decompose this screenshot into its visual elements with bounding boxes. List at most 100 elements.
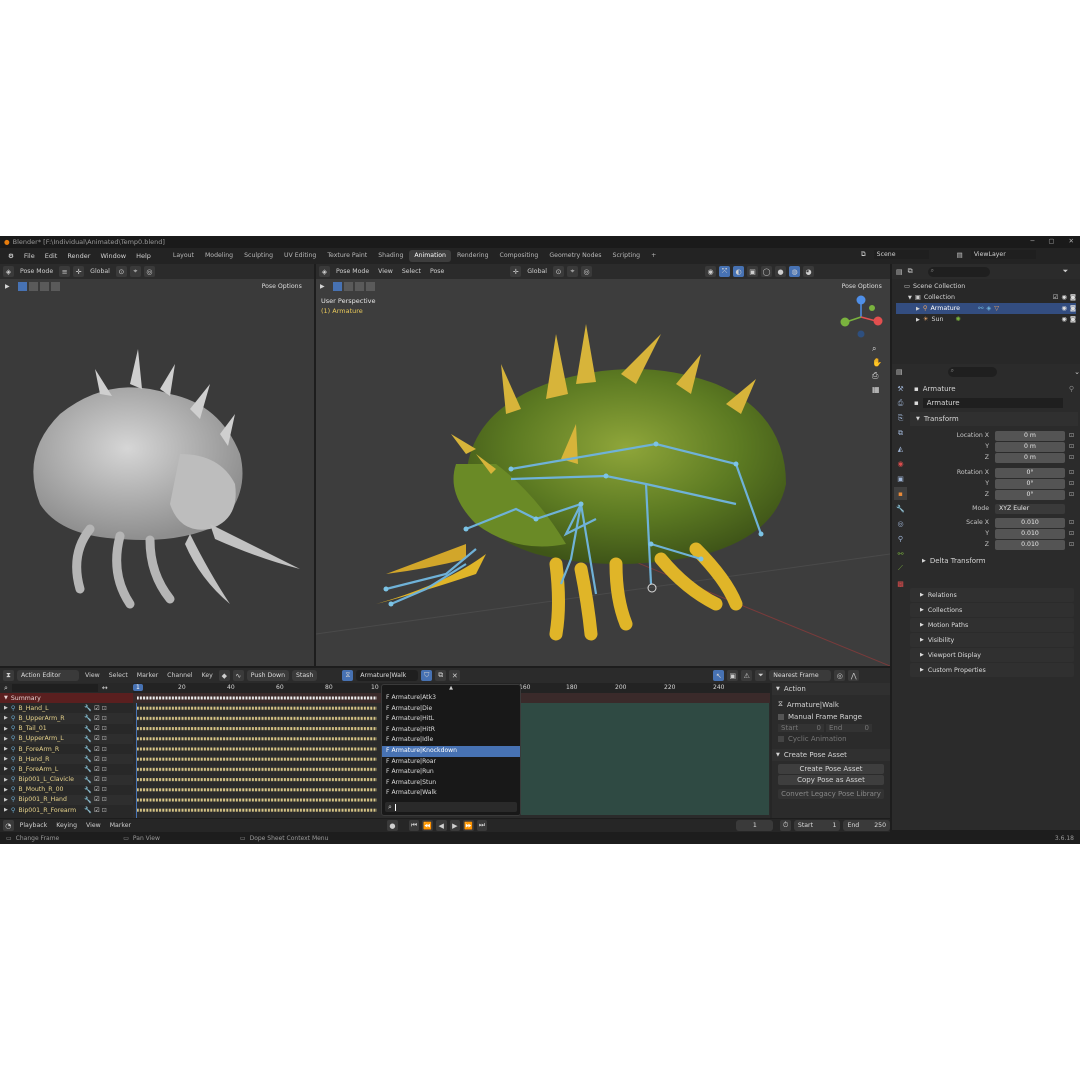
modifier-wrench-icon[interactable]: 🔧 [84, 704, 92, 712]
channel-checkbox-icon[interactable]: ☑ [94, 735, 100, 742]
main-viewport[interactable]: ◈ Pose Mode View Select Pose ✛ Global ⊙ … [316, 264, 890, 666]
checkbox-icon[interactable] [778, 713, 784, 720]
bone-tab-icon[interactable]: ⟋ [894, 562, 907, 575]
snap-icon[interactable]: ⌖ [567, 266, 579, 277]
expand-icon[interactable]: ▶ [4, 756, 8, 762]
expand-icon[interactable]: ▼ [908, 295, 912, 301]
new-action-icon[interactable]: ⧉ [435, 670, 447, 681]
channel-lock-icon[interactable]: ⊡ [102, 807, 107, 814]
modifier-wrench-icon[interactable]: 🔧 [84, 755, 92, 763]
menu-window[interactable]: Window [95, 252, 131, 260]
action-dropdown-item[interactable]: F Armature|Die [382, 704, 520, 715]
shading-material-icon[interactable]: ◍ [789, 266, 801, 277]
tab-texture-paint[interactable]: Texture Paint [322, 250, 372, 262]
main-pose-options[interactable]: Pose Options [842, 283, 882, 290]
fake-user-shield-icon[interactable]: ⛉ [421, 670, 433, 681]
action-dropdown-item[interactable]: F Armature|Idle [382, 735, 520, 746]
minimize-icon[interactable]: ─ [1030, 237, 1034, 245]
pin-icon[interactable]: ⚲ [1069, 385, 1074, 393]
create-pose-asset-button[interactable]: Create Pose Asset [778, 764, 884, 774]
tab-compositing[interactable]: Compositing [495, 250, 544, 262]
channel-checkbox-icon[interactable]: ☑ [94, 756, 100, 763]
render-camera-icon[interactable]: ◙ [1070, 305, 1076, 312]
modifier-wrench-icon[interactable]: 🔧 [84, 765, 92, 773]
render-camera-icon[interactable]: ◙ [1070, 294, 1076, 301]
falloff-icon[interactable]: ⋀ [848, 670, 860, 681]
select-subtract-icon[interactable] [354, 281, 364, 291]
timeline-menu-keying[interactable]: Keying [53, 822, 80, 829]
shading-rendered-icon[interactable]: ◕ [803, 266, 815, 277]
scene-name[interactable]: Scene [873, 250, 929, 259]
cyclic-animation-row[interactable]: Cyclic Animation [772, 733, 890, 744]
channel-row[interactable]: ▶ ⚲ Bip001_R_Hand 🔧 ☑ ⊡ [0, 794, 133, 806]
editor-type-icon[interactable]: ▤ [896, 368, 903, 376]
menu-hamburger-icon[interactable]: ≡ [59, 266, 71, 277]
channel-row[interactable]: ▶ ⚲ B_Tail_01 🔧 ☑ ⊡ [0, 724, 133, 734]
scale-z-field[interactable]: 0.010 [995, 539, 1065, 550]
gizmo-icon[interactable]: ⤧ [719, 266, 731, 277]
filter-icon[interactable]: ⏷ [755, 670, 767, 681]
channel-lock-icon[interactable]: ⊡ [102, 776, 107, 783]
play-icon[interactable]: ▶ [5, 283, 10, 290]
scale-x-field[interactable]: 0.010 [995, 517, 1065, 528]
lock-icon[interactable]: ⊡ [1069, 432, 1074, 439]
visibility-eye-icon[interactable]: ◉ [1061, 305, 1067, 312]
expand-icon[interactable]: ▶ [4, 726, 8, 732]
tab-modeling[interactable]: Modeling [200, 250, 238, 262]
timeline-editor-icon[interactable]: ◔ [3, 820, 14, 831]
channel-lock-icon[interactable]: ⊡ [102, 735, 107, 742]
select-extend-icon[interactable] [343, 281, 353, 291]
expand-icon[interactable]: ▶ [4, 715, 8, 721]
left-orientation-dropdown[interactable]: Global [87, 268, 113, 275]
proportional-icon[interactable]: ◎ [143, 266, 155, 277]
add-workspace-icon[interactable]: + [646, 250, 661, 262]
interpolation-icon[interactable]: ∿ [232, 670, 244, 681]
checkbox-icon[interactable]: ☑ [1053, 294, 1059, 301]
action-name-field[interactable]: Armature|Walk [356, 670, 419, 681]
timeline-menu-playback[interactable]: Playback [17, 822, 51, 829]
main-menu-select[interactable]: Select [399, 268, 424, 275]
select-invert-icon[interactable] [365, 281, 375, 291]
record-icon[interactable]: ● [387, 820, 398, 831]
ae-menu-view[interactable]: View [82, 672, 103, 679]
tab-geometry-nodes[interactable]: Geometry Nodes [544, 250, 606, 262]
lock-icon[interactable]: ⊡ [1069, 530, 1074, 537]
output-tab-icon[interactable]: ⎘ [894, 412, 907, 425]
armature-data-tab-icon[interactable]: ⚯ [894, 547, 907, 560]
main-mode-dropdown[interactable]: Pose Mode [333, 268, 372, 275]
ae-menu-select[interactable]: Select [106, 672, 131, 679]
expand-icon[interactable]: ▶ [916, 317, 920, 323]
end-frame-field[interactable]: End 250 [843, 820, 891, 831]
expand-icon[interactable]: ▶ [4, 807, 8, 813]
modifier-tab-icon[interactable]: 🔧 [894, 502, 907, 515]
expand-icon[interactable]: ▶ [916, 306, 920, 312]
outliner-collection[interactable]: ▼ ▣ Collection ☑ ◉ ◙ [896, 292, 1076, 303]
tab-shading[interactable]: Shading [373, 250, 408, 262]
tab-uv-editing[interactable]: UV Editing [279, 250, 321, 262]
channel-checkbox-icon[interactable]: ☑ [94, 776, 100, 783]
collections-panel[interactable]: ▶ Collections [910, 603, 1074, 617]
editor-type-icon[interactable]: ▤ [896, 268, 903, 276]
pivot-icon[interactable]: ⊙ [553, 266, 565, 277]
stash-button[interactable]: Stash [292, 670, 318, 681]
ae-menu-channel[interactable]: Channel [164, 672, 195, 679]
visibility-panel[interactable]: ▶ Visibility [910, 633, 1074, 647]
select-subtract-icon[interactable] [39, 281, 49, 291]
channel-row[interactable]: ▶ ⚲ B_ForeArm_L 🔧 ☑ ⊡ [0, 764, 133, 774]
lock-icon[interactable]: ⊡ [1069, 491, 1074, 498]
checkbox-icon[interactable] [778, 735, 784, 742]
tool-tab-icon[interactable]: ⚒ [894, 382, 907, 395]
shading-wireframe-icon[interactable]: ◯ [761, 266, 773, 277]
location-y-field[interactable]: 0 m [995, 441, 1065, 452]
object-tab-icon[interactable]: ▪ [894, 487, 907, 500]
view-layer-name[interactable]: ViewLayer [970, 250, 1036, 259]
viewport-display-panel[interactable]: ▶ Viewport Display [910, 648, 1074, 662]
modifier-wrench-icon[interactable]: 🔧 [84, 725, 92, 733]
display-mode-icon[interactable]: ⧉ [908, 267, 913, 276]
create-pose-panel-header[interactable]: ▼ Create Pose Asset [772, 749, 890, 761]
channel-lock-icon[interactable]: ⊡ [102, 756, 107, 763]
channel-lock-icon[interactable]: ⊡ [102, 705, 107, 712]
modifier-wrench-icon[interactable]: 🔧 [84, 806, 92, 814]
lock-icon[interactable]: ⊡ [1069, 541, 1074, 548]
editor-type-icon[interactable]: ◈ [319, 266, 330, 277]
